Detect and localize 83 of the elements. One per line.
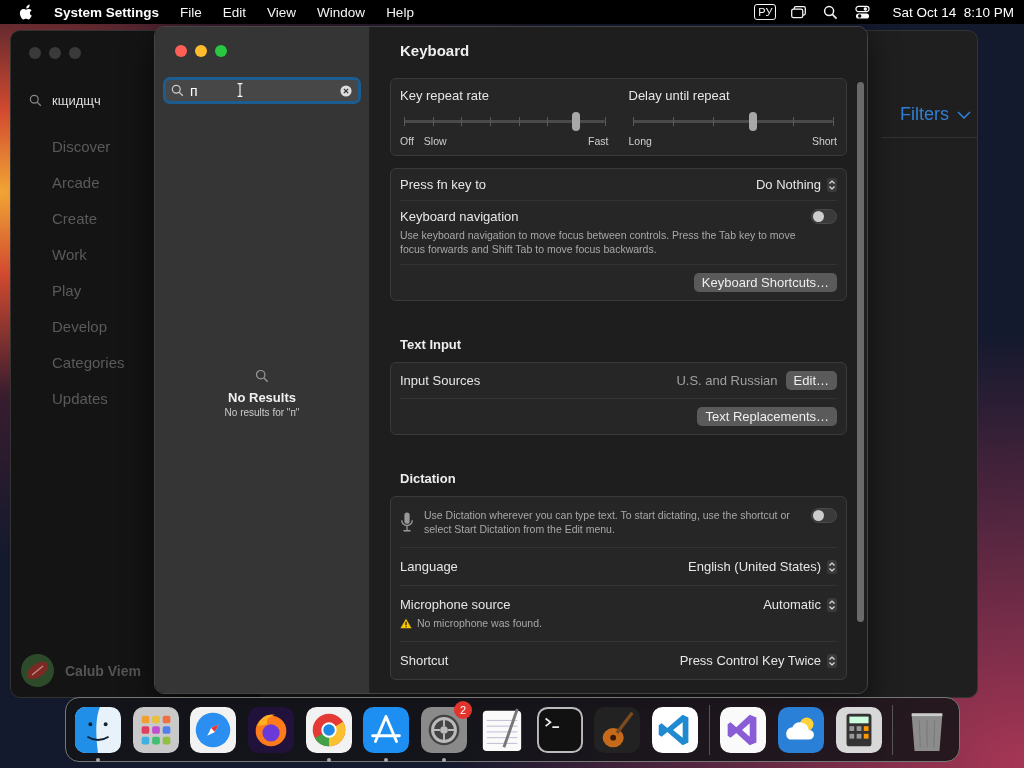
setting-label: Microphone source	[400, 597, 512, 612]
app-menu[interactable]: System Settings	[54, 4, 160, 20]
apple-icon[interactable]	[19, 4, 33, 20]
microphone-icon	[400, 511, 414, 533]
search-text: п	[190, 82, 198, 99]
scale-label: Long	[628, 135, 652, 147]
infinity-icon[interactable]	[720, 706, 767, 753]
setting-label: Press fn key to	[400, 177, 486, 192]
minimize-button[interactable]	[195, 45, 207, 57]
text-cursor-icon	[236, 82, 244, 98]
filters-link[interactable]: Filters	[900, 104, 949, 125]
chevron-down-icon[interactable]	[957, 110, 971, 119]
zoom-button[interactable]	[215, 45, 227, 57]
search-icon	[171, 84, 184, 97]
scale-label: Short	[811, 135, 837, 147]
compass-icon[interactable]	[190, 706, 237, 753]
scale-label: Slow	[423, 135, 447, 147]
search-field[interactable]: кщидщч	[21, 87, 151, 113]
setting-description: Use keyboard navigation to move focus between controls. Press the Tab key to move focus forwards and Shift Tab to move focus backwards.	[400, 228, 797, 256]
app-grid-icon[interactable]	[132, 706, 179, 753]
no-results-message: No results for "п"	[224, 407, 300, 418]
scale-label: Fast	[588, 135, 609, 147]
up-down-icon	[827, 559, 837, 574]
windows-icon[interactable]	[790, 4, 808, 20]
search-field[interactable]: п	[163, 77, 361, 104]
scrollbar[interactable]	[857, 82, 864, 622]
popup-button[interactable]: Automatic	[763, 597, 837, 612]
calculator-icon[interactable]	[835, 706, 882, 753]
search-icon	[255, 369, 269, 383]
no-results-title: No Results	[228, 390, 296, 405]
gear-icon[interactable]	[421, 706, 468, 753]
slider-thumb[interactable]	[748, 112, 757, 131]
warning-icon	[400, 617, 412, 629]
setting-description: Use Dictation wherever you can type text. To start dictating, use the shortcut or select Start Dictation from the Edit menu.	[424, 508, 791, 536]
setting-label: Shortcut	[400, 653, 449, 668]
menu-item[interactable]: File	[180, 4, 202, 20]
menu-item[interactable]: Edit	[222, 4, 247, 20]
terminal-icon[interactable]	[536, 706, 583, 753]
section-heading: Dictation	[400, 471, 457, 486]
menu-item[interactable]: Window	[317, 4, 366, 20]
search-text: кщидщч	[52, 92, 101, 108]
up-down-icon	[827, 177, 837, 192]
face-icon[interactable]	[75, 706, 121, 753]
page-title: Keyboard	[400, 42, 471, 61]
popup-button[interactable]: Press Control Key Twice	[679, 653, 837, 668]
a-shape-icon[interactable]	[363, 706, 410, 753]
setting-label: Language	[400, 559, 458, 574]
slider-thumb[interactable]	[571, 112, 580, 131]
scale-label: Off	[400, 135, 414, 147]
ribbon-icon[interactable]	[651, 706, 698, 753]
control-center-icon[interactable]	[854, 4, 872, 20]
color-wheel-icon[interactable]	[305, 706, 352, 753]
clear-icon[interactable]	[340, 84, 352, 97]
popup-button[interactable]: English (United States)	[688, 559, 837, 574]
slider-label: Key repeat rate	[400, 88, 490, 103]
guitar-icon[interactable]	[594, 706, 641, 753]
globe-icon[interactable]	[248, 706, 295, 753]
notification-badge: 2	[454, 700, 473, 719]
menu-item[interactable]: View	[267, 4, 297, 20]
warning-text: No microphone was found.	[417, 616, 542, 630]
slider-track[interactable]	[632, 112, 833, 131]
slider-label: Delay until repeat	[628, 88, 731, 103]
search-icon	[29, 93, 42, 107]
slider-track[interactable]	[404, 112, 605, 131]
up-down-icon	[827, 653, 837, 668]
input-source-indicator[interactable]: РУ	[754, 4, 777, 20]
up-down-icon	[827, 597, 837, 612]
popup-button[interactable]: Do Nothing	[755, 177, 837, 192]
keyboard-shortcuts-button[interactable]: Keyboard Shortcuts…	[693, 273, 837, 292]
section-heading: Text Input	[400, 337, 463, 352]
toggle-switch[interactable]	[811, 209, 837, 224]
search-icon[interactable]	[822, 4, 840, 20]
toggle-switch[interactable]	[811, 508, 837, 523]
clock[interactable]: Sat Oct 14 8:10 PM	[892, 4, 1014, 20]
edit-button[interactable]: Edit…	[785, 371, 837, 390]
cloud-sun-icon[interactable]	[777, 706, 824, 753]
menu-item[interactable]: Help	[386, 4, 414, 20]
text-replacements-button[interactable]: Text Replacements…	[697, 407, 837, 426]
setting-value: U.S. and Russian	[676, 373, 778, 388]
setting-label: Input Sources	[400, 373, 481, 388]
avatar-icon[interactable]	[21, 654, 54, 687]
close-button[interactable]	[175, 45, 187, 57]
setting-label: Keyboard navigation	[400, 209, 520, 224]
